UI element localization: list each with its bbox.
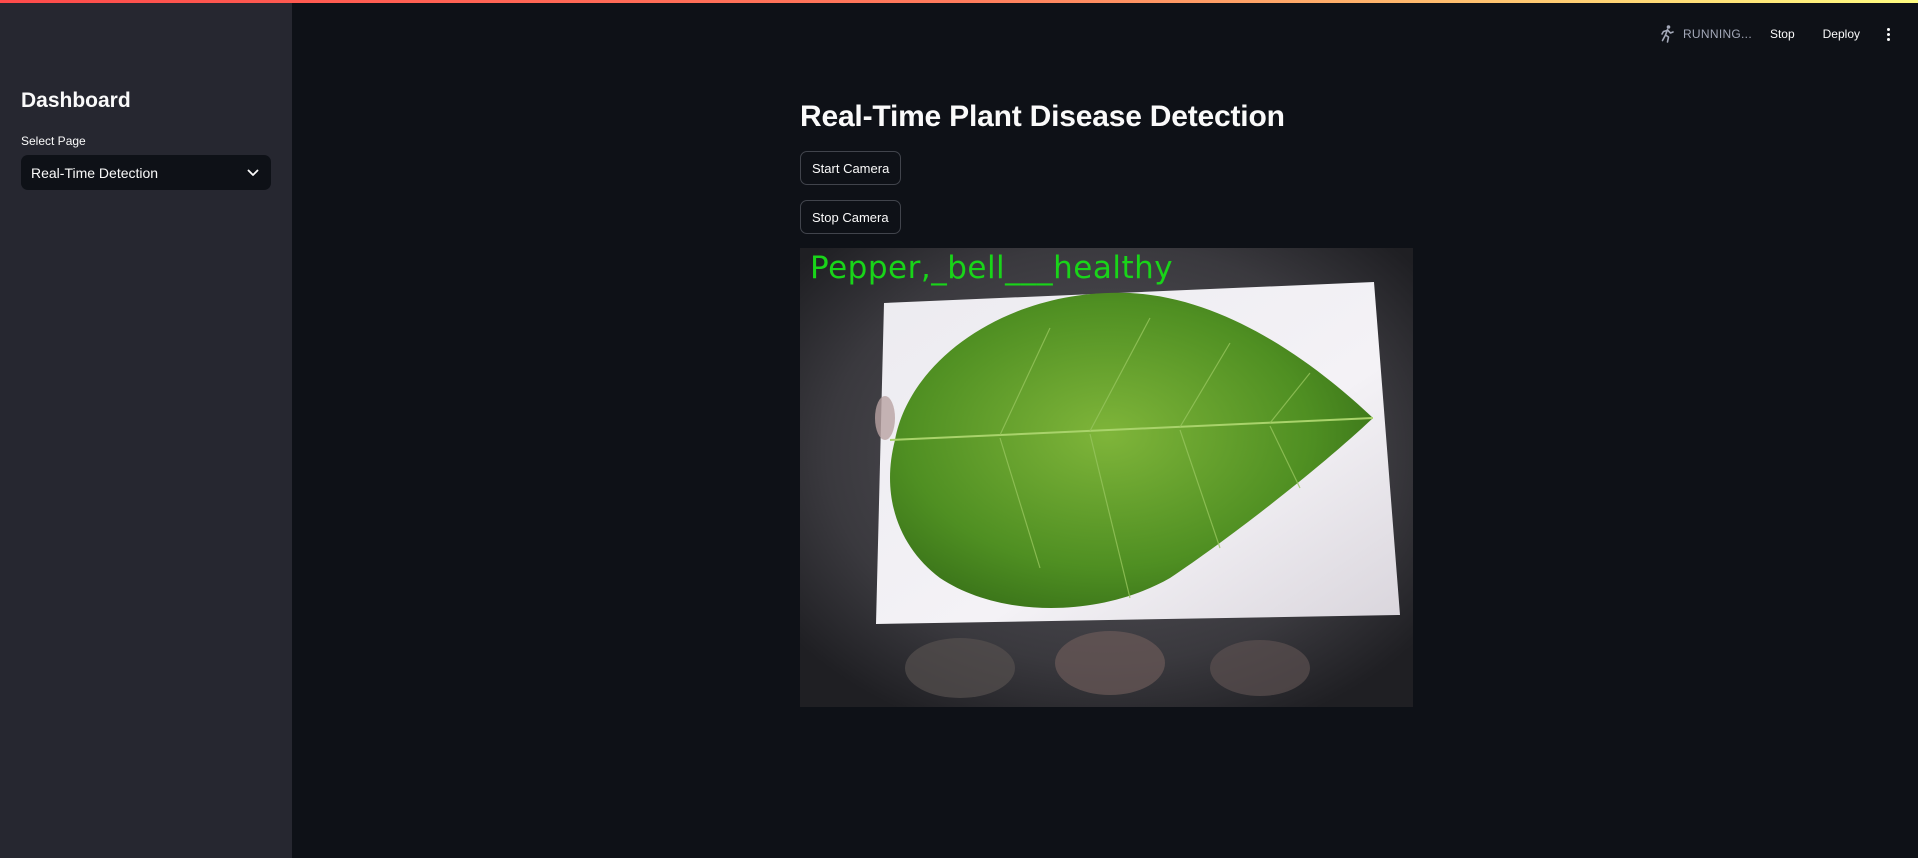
select-page-value: Real-Time Detection xyxy=(31,164,159,181)
deploy-button[interactable]: Deploy xyxy=(1823,27,1860,41)
camera-frame-image xyxy=(800,248,1413,707)
stop-button[interactable]: Stop xyxy=(1770,27,1795,41)
page-title: Real-Time Plant Disease Detection xyxy=(800,100,1285,133)
kebab-menu-icon[interactable] xyxy=(1880,24,1896,44)
prediction-label: Pepper,_bell___healthy xyxy=(810,250,1174,286)
app-header: RUNNING... Stop Deploy xyxy=(1657,22,1918,46)
chevron-down-icon xyxy=(245,165,261,181)
sidebar: Dashboard Select Page Real-Time Detectio… xyxy=(0,3,292,858)
running-status-text: RUNNING... xyxy=(1682,27,1752,41)
stop-camera-button[interactable]: Stop Camera xyxy=(800,200,901,234)
running-status: RUNNING... xyxy=(1657,24,1752,44)
select-page-label: Select Page xyxy=(21,134,86,148)
camera-feed: Pepper,_bell___healthy xyxy=(800,248,1413,707)
running-man-icon xyxy=(1657,24,1677,44)
select-page-dropdown[interactable]: Real-Time Detection xyxy=(21,155,271,190)
start-camera-button[interactable]: Start Camera xyxy=(800,151,902,185)
sidebar-title: Dashboard xyxy=(21,89,131,112)
